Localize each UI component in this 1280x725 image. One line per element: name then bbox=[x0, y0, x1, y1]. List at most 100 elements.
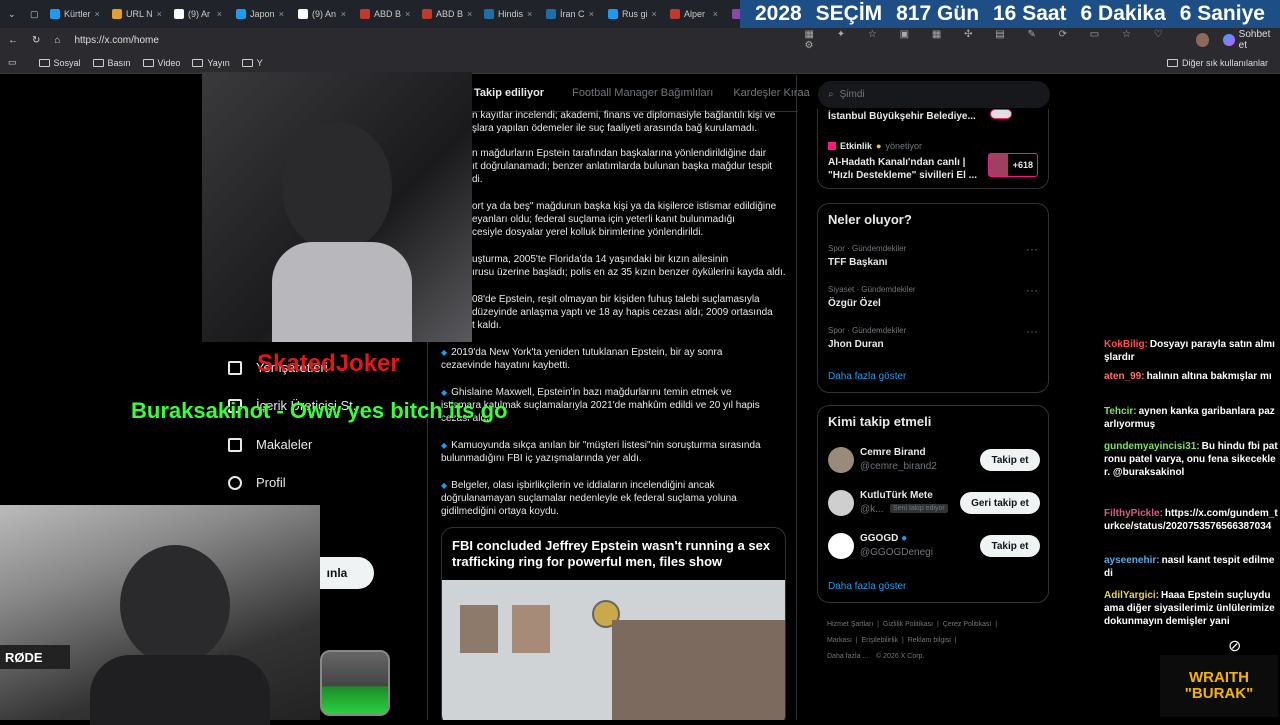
tab-menu-icon[interactable]: ⌄ bbox=[8, 9, 20, 20]
browser-tab[interactable]: URL N × bbox=[106, 3, 166, 25]
trend-item[interactable]: Özgür Özel bbox=[828, 298, 881, 309]
browser-tab[interactable]: (9) Ar × bbox=[168, 3, 228, 25]
link-card[interactable]: FBI concluded Jeffrey Epstein wasn't run… bbox=[441, 527, 786, 720]
chat-message: Tehcir: aynen kanka garibanlara pazarlıyo… bbox=[1104, 405, 1278, 431]
trend-category: Siyaset · Gündemdekiler bbox=[828, 285, 916, 294]
close-tab-icon[interactable]: × bbox=[652, 9, 657, 19]
trend-item[interactable]: TFF Başkanı bbox=[828, 257, 887, 268]
close-tab-icon[interactable]: × bbox=[157, 9, 162, 19]
other-bookmarks[interactable]: Diğer sık kullanılanlar bbox=[1166, 58, 1268, 68]
tab-label: Hindis bbox=[498, 9, 524, 19]
nav-articles[interactable]: Makaleler bbox=[228, 437, 312, 452]
browser-tab[interactable]: Hindis × bbox=[478, 3, 538, 25]
live-item-alhadath[interactable]: Al-Hadath Kanalı'ndan canlı | "Hızlı Des… bbox=[828, 156, 977, 182]
wraith-logo: WRAITH "BURAK" bbox=[1160, 655, 1278, 717]
follow-button[interactable]: Takip et bbox=[980, 535, 1040, 557]
back-icon[interactable]: ← bbox=[8, 35, 18, 46]
trend-category: Spor · Gündemdekiler bbox=[828, 244, 907, 253]
avatar[interactable] bbox=[1195, 33, 1210, 47]
close-tab-icon[interactable]: × bbox=[589, 9, 594, 19]
tab-kardesler[interactable]: Kardeşler Kıraa bbox=[733, 87, 809, 99]
tweet-paragraph: n mağdurların Epstein tarafından başkala… bbox=[472, 148, 773, 185]
nav-profile[interactable]: Profil bbox=[228, 475, 286, 490]
close-tab-icon[interactable]: × bbox=[527, 9, 532, 19]
chat-username[interactable]: KokBilig: bbox=[1104, 339, 1148, 350]
bookmark-folder[interactable]: Sosyal bbox=[38, 58, 81, 68]
close-tab-icon[interactable]: × bbox=[217, 9, 222, 19]
close-tab-icon[interactable]: × bbox=[95, 9, 100, 19]
tweet-paragraph: 08'de Epstein, reşit olmayan bir kişiden… bbox=[472, 294, 773, 331]
follow-button[interactable]: Takip et bbox=[980, 449, 1040, 471]
workspaces-icon[interactable]: ▢ bbox=[30, 9, 42, 20]
wtf-title: Kimi takip etmeli bbox=[828, 414, 932, 429]
tab-favicon-icon bbox=[174, 9, 184, 19]
tab-favicon-icon bbox=[360, 9, 370, 19]
tweet-paragraph: n kayıtlar incelendi; akademi, finans ve… bbox=[472, 110, 776, 134]
chat-message: FilthyPickle: https://x.com/gundem_turkce… bbox=[1104, 507, 1278, 533]
avatar[interactable] bbox=[828, 533, 854, 559]
browser-tab[interactable]: ABD B × bbox=[416, 3, 476, 25]
user-name[interactable]: KutluTürk Mete bbox=[860, 490, 933, 501]
close-tab-icon[interactable]: × bbox=[713, 9, 718, 19]
chat-username[interactable]: gundemyayincisi31: bbox=[1104, 441, 1200, 452]
more-icon[interactable]: ··· bbox=[1026, 242, 1038, 256]
close-tab-icon[interactable]: × bbox=[279, 9, 284, 19]
tab-label: Kürtler bbox=[64, 9, 91, 19]
tweet-paragraph: ◆ Kamuoyunda sıkça anılan bir "müşteri li… bbox=[441, 440, 761, 464]
trends-show-more[interactable]: Daha fazla göster bbox=[828, 371, 906, 382]
chat-message: KokBilig: Dosyayı parayla satın almışlard… bbox=[1104, 338, 1278, 364]
avatar[interactable] bbox=[828, 490, 854, 516]
live-badge[interactable]: +618 bbox=[988, 153, 1038, 177]
browser-tab[interactable]: Alper × bbox=[664, 3, 724, 25]
verified-icon: ● bbox=[901, 533, 908, 544]
trend-category: Spor · Gündemdekiler bbox=[828, 326, 907, 335]
sidebar-toggle-icon[interactable]: ▭ bbox=[8, 57, 17, 68]
avatar[interactable] bbox=[828, 447, 854, 473]
user-name[interactable]: Cemre Birand bbox=[860, 447, 926, 458]
bookmark-folder[interactable]: Yayın bbox=[192, 58, 230, 68]
browser-tab[interactable]: ABD B × bbox=[354, 3, 414, 25]
close-tab-icon[interactable]: × bbox=[405, 9, 410, 19]
search-input[interactable]: ⌕ Şimdi bbox=[818, 81, 1050, 108]
refresh-icon[interactable]: ↻ bbox=[32, 35, 40, 46]
browser-tab[interactable]: Kürtler × bbox=[44, 3, 104, 25]
browser-tab[interactable]: Rus gi × bbox=[602, 3, 662, 25]
browser-tab[interactable]: (9) An × bbox=[292, 3, 352, 25]
user-handle: @GGOGDenegi bbox=[860, 547, 933, 558]
url-input[interactable]: https://x.com/home bbox=[74, 35, 790, 46]
bookmark-folder[interactable]: Video bbox=[142, 58, 180, 68]
wtf-show-more[interactable]: Daha fazla göster bbox=[828, 581, 906, 592]
browser-tab[interactable]: İran C × bbox=[540, 3, 600, 25]
bookmark-icon bbox=[228, 360, 242, 375]
live-item-ibb[interactable]: İstanbul Büyükşehir Belediye... bbox=[828, 111, 976, 122]
chat-button[interactable]: Sohbet et bbox=[1223, 29, 1280, 51]
chat-username[interactable]: ayseenehir: bbox=[1104, 555, 1160, 566]
trend-item[interactable]: Jhon Duran bbox=[828, 339, 884, 350]
chat-username[interactable]: aten_99: bbox=[1104, 371, 1145, 382]
chat-username[interactable]: AdilYargici: bbox=[1104, 590, 1159, 601]
home-icon[interactable]: ⌂ bbox=[54, 35, 60, 46]
mute-icon[interactable]: ⊘ bbox=[1228, 636, 1241, 656]
user-name[interactable]: GGOGD ● bbox=[860, 533, 907, 544]
countdown-minutes: 6 Dakika bbox=[1080, 2, 1166, 25]
extension-icons[interactable]: ▦ ✦ ☆ ▣ ▦ ✣ ▤ ✎ ⟳ ▭ ☆ ♡ ⚙ bbox=[805, 29, 1192, 51]
more-icon[interactable]: ··· bbox=[1026, 283, 1038, 297]
folder-icon bbox=[38, 58, 50, 67]
close-tab-icon[interactable]: × bbox=[341, 9, 346, 19]
diamond-icon: ◆ bbox=[441, 481, 448, 490]
verified-icon: ● bbox=[876, 141, 882, 151]
tweet-paragraph: ◆ 2019'da New York'ta yeniden tutuklanan … bbox=[441, 347, 723, 371]
follow-back-button[interactable]: Geri takip et bbox=[960, 492, 1040, 514]
close-tab-icon[interactable]: × bbox=[467, 9, 472, 19]
tab-football-manager[interactable]: Football Manager Bağımlıları bbox=[572, 87, 713, 99]
bookmark-folder[interactable]: Y bbox=[241, 58, 263, 68]
chat-username[interactable]: Tehcir: bbox=[1104, 406, 1137, 417]
search-icon: ⌕ bbox=[828, 89, 834, 100]
bookmark-folder[interactable]: Basın bbox=[92, 58, 131, 68]
chat-username[interactable]: FilthyPickle: bbox=[1104, 508, 1163, 519]
more-icon[interactable]: ··· bbox=[1026, 324, 1038, 338]
browser-tab[interactable]: Japon × bbox=[230, 3, 290, 25]
alert-text: Buraksakinot - Oww yes bitch its go bbox=[131, 398, 508, 423]
photo-thumb bbox=[512, 605, 550, 653]
tab-following[interactable]: Takip ediliyor bbox=[474, 87, 544, 99]
